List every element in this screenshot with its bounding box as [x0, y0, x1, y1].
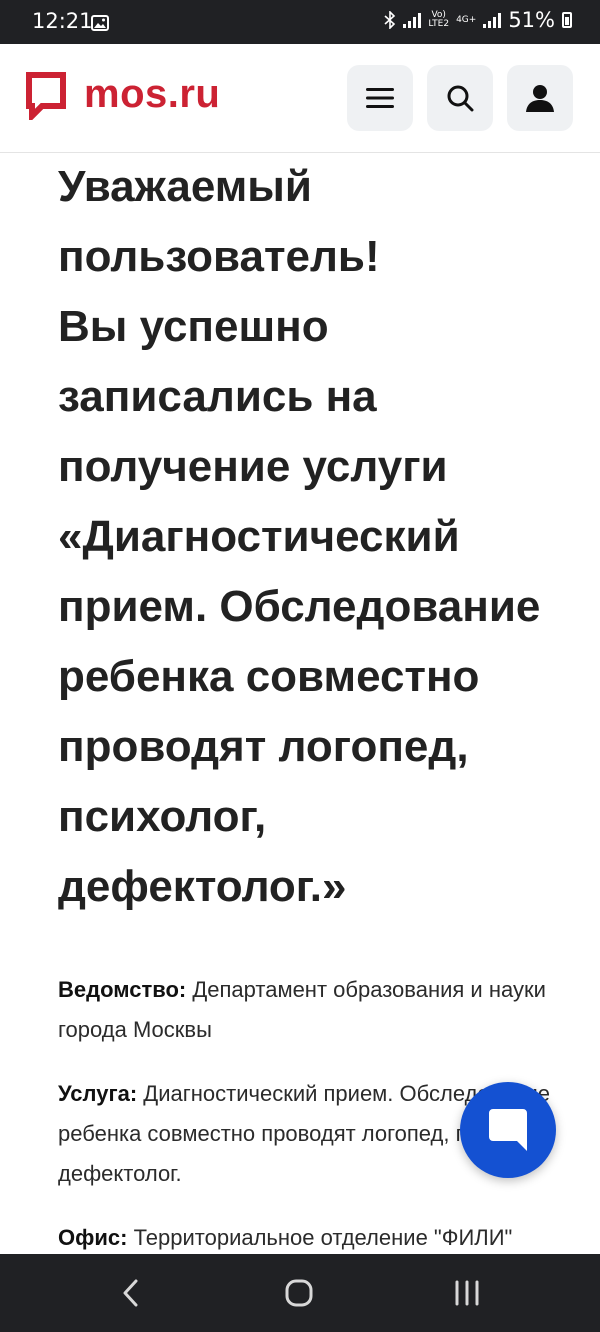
battery-icon — [562, 12, 572, 28]
profile-button[interactable] — [507, 65, 573, 131]
home-icon — [285, 1279, 313, 1307]
service-label: Услуга: — [58, 1081, 138, 1106]
chat-button[interactable] — [460, 1082, 556, 1178]
volte-label: Vo) LTE2 — [428, 10, 450, 29]
department-row: Ведомство: Департамент образования и нау… — [58, 970, 558, 1050]
bluetooth-icon — [384, 11, 396, 29]
recents-button[interactable] — [450, 1276, 484, 1310]
search-icon — [447, 85, 474, 112]
confirmation-heading: Уважаемый пользователь! Вы успешно запис… — [58, 152, 558, 922]
recents-icon — [455, 1280, 479, 1306]
department-label: Ведомство: — [58, 977, 187, 1002]
gallery-notification-icon — [91, 15, 109, 31]
logo-text: mos.ru — [84, 72, 221, 116]
mos-logo-icon — [26, 72, 66, 120]
back-button[interactable] — [114, 1276, 148, 1310]
search-button[interactable] — [427, 65, 493, 131]
home-button[interactable] — [282, 1276, 316, 1310]
office-row: Офис: Территориальное отделение "ФИЛИ" — [58, 1218, 558, 1258]
status-indicators: Vo) LTE2 4G+ 51% — [384, 8, 572, 32]
signal-2-icon — [483, 12, 502, 28]
site-header: mos.ru — [0, 44, 600, 153]
signal-icon — [403, 12, 422, 28]
site-logo[interactable]: mos.ru — [26, 72, 220, 120]
battery-percent: 51% — [508, 8, 555, 32]
status-bar: 12:21 Vo) LTE2 4G+ 51% — [0, 0, 600, 44]
user-icon — [526, 85, 554, 112]
hamburger-icon — [366, 88, 394, 108]
network-type-label: 4G+ — [456, 14, 477, 25]
system-nav-bar — [0, 1254, 600, 1332]
greeting-line: Уважаемый пользователь! — [58, 162, 380, 281]
office-label: Офис: — [58, 1225, 128, 1250]
chat-icon — [489, 1109, 527, 1151]
office-value: Территориальное отделение "ФИЛИ" — [127, 1225, 513, 1250]
success-message: Вы успешно записались на получение услуг… — [58, 302, 541, 911]
menu-button[interactable] — [347, 65, 413, 131]
back-icon — [123, 1279, 138, 1307]
status-time: 12:21 — [32, 9, 93, 33]
